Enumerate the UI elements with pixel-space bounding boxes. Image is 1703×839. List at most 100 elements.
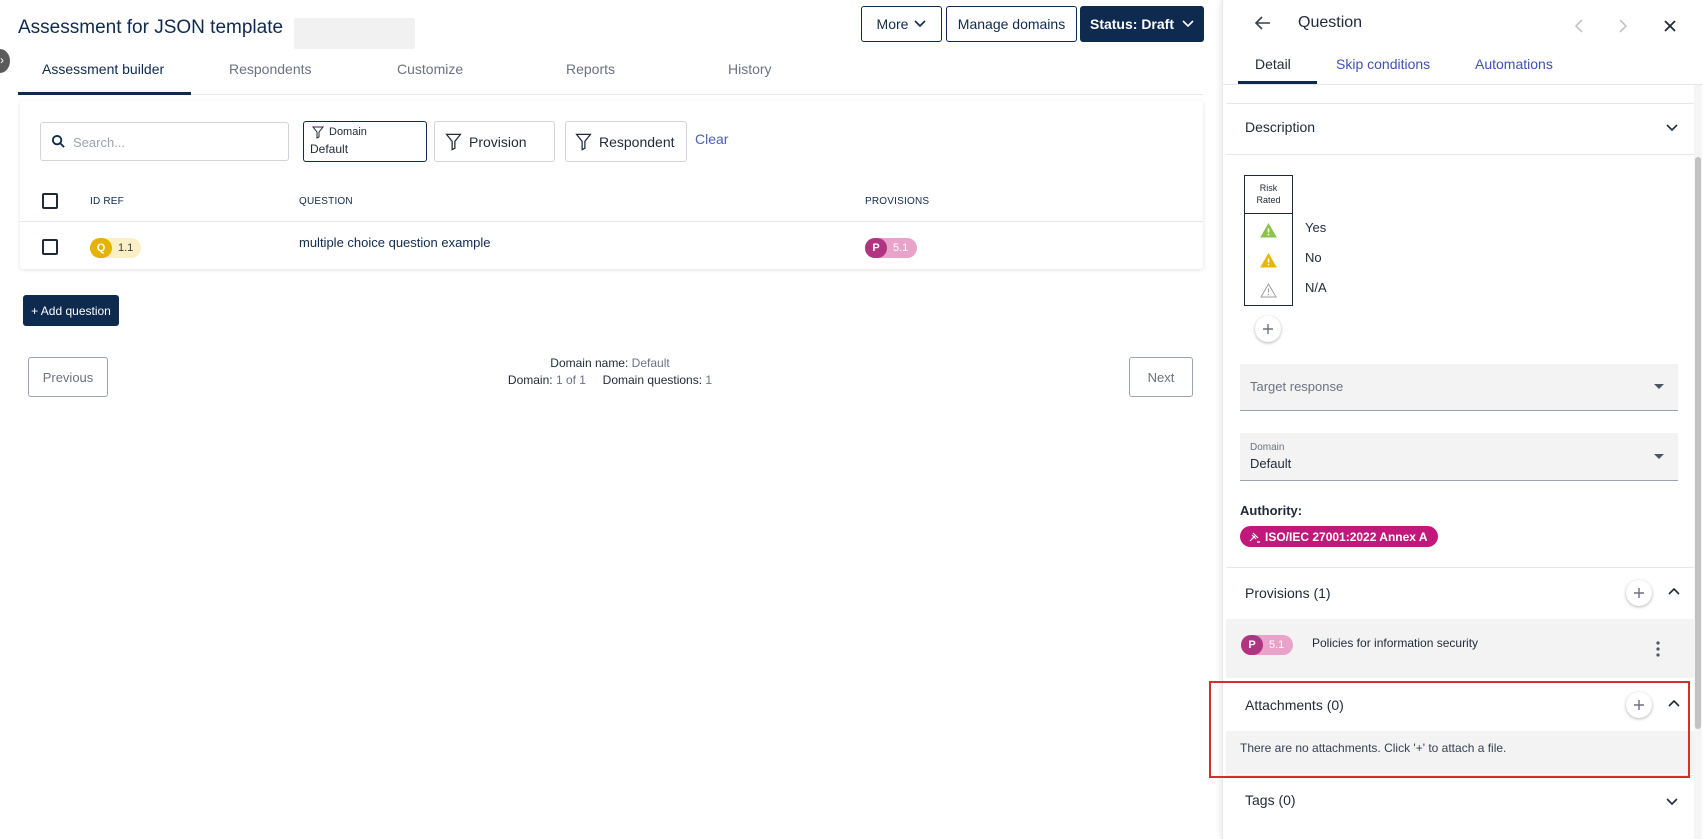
plus-icon xyxy=(1634,588,1644,598)
add-question-button[interactable]: + Add question xyxy=(23,295,119,326)
divider xyxy=(1226,567,1694,568)
clear-filters-link[interactable]: Clear xyxy=(695,131,728,147)
domain-questions-label: Domain questions: xyxy=(602,373,703,387)
status-button[interactable]: Status: Draft xyxy=(1080,6,1204,42)
domain-name-value: Default xyxy=(631,356,670,370)
provision-type-badge: P xyxy=(1241,635,1263,655)
add-provision-button[interactable] xyxy=(1626,580,1652,606)
tab-skip-conditions[interactable]: Skip conditions xyxy=(1336,56,1430,72)
pager-info: Domain name: Default Domain: 1 of 1 Doma… xyxy=(440,355,780,389)
answer-no: No xyxy=(1305,250,1322,265)
filter-icon xyxy=(575,133,592,151)
provision-list-item[interactable]: P 5.1 Policies for information security xyxy=(1226,619,1694,678)
warning-icon[interactable] xyxy=(1260,223,1277,238)
domain-filter-value: Default xyxy=(310,142,349,156)
provision-badge: P 5.1 xyxy=(1241,635,1294,655)
questions-card: Search... Domain Default Provision Respo… xyxy=(20,101,1203,269)
collapse-handle[interactable]: › xyxy=(0,49,10,73)
tab-reports[interactable]: Reports xyxy=(566,61,615,77)
active-tab-indicator xyxy=(18,92,191,95)
target-response-select[interactable]: Target response xyxy=(1240,364,1678,411)
add-attachment-button[interactable] xyxy=(1626,692,1652,718)
back-arrow-icon[interactable] xyxy=(1255,16,1271,30)
provisions-section[interactable]: Provisions (1) xyxy=(1245,585,1685,601)
main-tabs: Assessment builder Respondents Customize… xyxy=(18,55,1203,95)
respondent-filter-label: Respondent xyxy=(599,134,675,150)
target-response-placeholder: Target response xyxy=(1250,379,1344,394)
tab-assessment-builder[interactable]: Assessment builder xyxy=(42,61,164,77)
plus-icon xyxy=(1634,700,1644,710)
tab-history[interactable]: History xyxy=(728,61,772,77)
attachments-label: Attachments (0) xyxy=(1245,697,1344,713)
domain-name-label: Domain name: xyxy=(550,356,629,370)
chevron-down-icon[interactable] xyxy=(1666,798,1678,806)
row-checkbox[interactable] xyxy=(42,239,58,255)
dropdown-caret-icon xyxy=(1654,454,1664,459)
more-button[interactable]: More xyxy=(861,6,942,42)
manage-domains-button[interactable]: Manage domains xyxy=(946,6,1077,42)
next-question-icon[interactable] xyxy=(1619,19,1628,33)
tab-respondents[interactable]: Respondents xyxy=(229,61,312,77)
provision-value: 5.1 xyxy=(893,242,909,254)
warning-outline-icon[interactable] xyxy=(1260,283,1277,298)
tags-section[interactable]: Tags (0) xyxy=(1245,792,1685,808)
select-all-checkbox[interactable] xyxy=(42,193,58,209)
tags-label: Tags (0) xyxy=(1245,792,1296,808)
domain-name-line: Domain name: Default xyxy=(440,355,780,372)
previous-question-icon[interactable] xyxy=(1574,19,1583,33)
question-detail-panel: Question Detail Skip conditions Automati… xyxy=(1222,0,1703,839)
warning-icon[interactable] xyxy=(1260,253,1277,268)
divider xyxy=(1226,154,1694,155)
column-header-question: QUESTION xyxy=(299,196,353,207)
authority-chip-label: ISO/IEC 27001:2022 Annex A xyxy=(1265,529,1428,544)
risk-header-line2: Rated xyxy=(1256,195,1281,205)
previous-button[interactable]: Previous xyxy=(28,357,108,397)
filter-icon xyxy=(312,126,324,139)
description-section[interactable]: Description xyxy=(1245,119,1685,135)
divider xyxy=(1226,775,1694,776)
header-divider xyxy=(20,221,1203,222)
more-label: More xyxy=(876,16,909,32)
provision-filter[interactable]: Provision xyxy=(434,121,555,162)
status-label: Status: Draft xyxy=(1089,16,1174,32)
scrollbar-thumb[interactable] xyxy=(1695,157,1701,729)
divider xyxy=(1226,103,1694,104)
tabs-divider xyxy=(1223,84,1703,85)
close-icon[interactable] xyxy=(1664,20,1676,32)
title-placeholder xyxy=(294,18,415,49)
chevron-down-icon[interactable] xyxy=(1666,124,1678,132)
domain-select-label: Domain xyxy=(1250,442,1285,453)
domain-filter[interactable]: Domain Default xyxy=(303,121,427,162)
tab-customize[interactable]: Customize xyxy=(397,61,463,77)
add-answer-button[interactable] xyxy=(1255,316,1281,342)
chevron-up-icon[interactable] xyxy=(1668,587,1680,595)
tab-automations[interactable]: Automations xyxy=(1475,56,1553,72)
respondent-filter[interactable]: Respondent xyxy=(565,121,687,162)
domain-questions-value: 1 xyxy=(705,373,713,387)
search-input[interactable]: Search... xyxy=(40,122,289,161)
risk-rated-header: Risk Rated xyxy=(1245,176,1292,214)
search-icon xyxy=(51,134,65,148)
id-ref-value: 1.1 xyxy=(118,242,134,254)
provision-type-badge: P xyxy=(865,238,887,258)
description-label: Description xyxy=(1245,119,1316,135)
question-type-badge: Q xyxy=(90,238,112,258)
attachments-section[interactable]: Attachments (0) xyxy=(1245,697,1685,713)
tab-detail[interactable]: Detail xyxy=(1255,56,1291,72)
domain-counts-line: Domain: 1 of 1 Domain questions: 1 xyxy=(440,372,780,389)
domain-select-value: Default xyxy=(1250,456,1292,471)
domain-select[interactable]: Domain Default xyxy=(1240,433,1678,481)
chevron-up-icon[interactable] xyxy=(1668,699,1680,707)
column-header-id-ref: ID REF xyxy=(90,196,124,207)
attachments-empty-text: There are no attachments. Click '+' to a… xyxy=(1240,741,1507,755)
authority-chip[interactable]: ISO/IEC 27001:2022 Annex A xyxy=(1240,526,1438,547)
question-link[interactable]: multiple choice question example xyxy=(299,235,491,250)
more-vert-icon[interactable] xyxy=(1656,641,1660,657)
page-title: Assessment for JSON template xyxy=(18,17,284,38)
provision-number: 5.1 xyxy=(1269,639,1285,651)
id-ref-badge: Q 1.1 xyxy=(90,238,142,258)
provision-filter-label: Provision xyxy=(469,134,527,150)
next-button[interactable]: Next xyxy=(1129,357,1193,397)
risk-rated-column: Risk Rated xyxy=(1244,175,1293,306)
dropdown-caret-icon xyxy=(1654,384,1664,389)
